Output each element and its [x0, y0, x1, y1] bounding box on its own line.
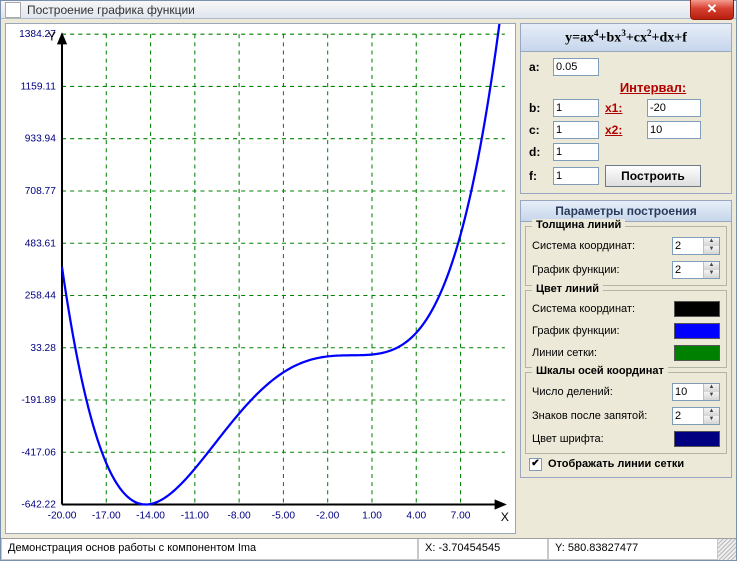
thickness-group: Толщина линий Система координат: ▲▼ Граф… [525, 226, 727, 286]
svg-text:1159.11: 1159.11 [21, 81, 57, 92]
svg-text:-191.89: -191.89 [21, 395, 56, 406]
spin-up-icon[interactable]: ▲ [704, 262, 719, 270]
close-button[interactable]: ✕ [690, 0, 734, 20]
show-grid-checkbox[interactable]: ✔ [529, 458, 542, 471]
coef-a-input[interactable] [553, 58, 599, 76]
thickness-title: Толщина линий [532, 219, 625, 231]
coef-d-input[interactable] [553, 143, 599, 161]
spin-down-icon[interactable]: ▼ [704, 416, 719, 424]
svg-text:33.28: 33.28 [30, 343, 56, 354]
app-icon [5, 2, 21, 18]
scales-dec-label: Знаков после запятой: [532, 410, 647, 422]
color-func-label: График функции: [532, 325, 620, 337]
svg-text:-417.06: -417.06 [21, 447, 56, 458]
svg-text:X: X [501, 510, 509, 524]
scales-dec-spin[interactable]: ▲▼ [672, 407, 720, 425]
colors-title: Цвет линий [532, 283, 603, 295]
thickness-coord-spin[interactable]: ▲▼ [672, 237, 720, 255]
chart-panel: -20.00 -17.00 -14.00 -11.00 -8.00 -5.00 -2.00 1… [5, 23, 516, 534]
svg-text:-17.00: -17.00 [92, 511, 121, 522]
spin-up-icon[interactable]: ▲ [704, 408, 719, 416]
svg-text:933.94: 933.94 [25, 134, 56, 145]
spin-up-icon[interactable]: ▲ [704, 384, 719, 392]
color-coord-label: Система координат: [532, 303, 635, 315]
coef-d-label: d: [529, 145, 547, 159]
svg-text:258.44: 258.44 [25, 291, 56, 302]
color-grid-label: Линии сетки: [532, 347, 597, 359]
svg-text:7.00: 7.00 [451, 511, 471, 522]
svg-text:-2.00: -2.00 [316, 511, 340, 522]
x1-label: x1: [605, 101, 641, 115]
x2-input[interactable] [647, 121, 701, 139]
chart-svg[interactable]: -20.00 -17.00 -14.00 -11.00 -8.00 -5.00 -2.00 1… [6, 24, 515, 533]
svg-text:-5.00: -5.00 [272, 511, 296, 522]
coef-f-label: f: [529, 169, 547, 183]
svg-text:483.61: 483.61 [25, 238, 56, 249]
spin-down-icon[interactable]: ▼ [704, 246, 719, 254]
color-func-swatch[interactable] [674, 323, 720, 339]
status-x: X: -3.70454545 [418, 539, 548, 560]
scales-div-label: Число делений: [532, 386, 613, 398]
spin-up-icon[interactable]: ▲ [704, 238, 719, 246]
svg-text:708.77: 708.77 [25, 186, 56, 197]
colors-group: Цвет линий Система координат: График фун… [525, 290, 727, 368]
params-panel: Параметры построения Толщина линий Систе… [520, 200, 732, 478]
thickness-coord-label: Система координат: [532, 240, 635, 252]
coef-c-label: c: [529, 123, 547, 137]
svg-text:4.00: 4.00 [406, 511, 426, 522]
x1-input[interactable] [647, 99, 701, 117]
svg-text:-642.22: -642.22 [21, 500, 56, 511]
scales-group: Шкалы осей координат Число делений: ▲▼ З… [525, 372, 727, 454]
svg-text:-8.00: -8.00 [228, 511, 252, 522]
svg-text:-20.00: -20.00 [48, 511, 77, 522]
thickness-func-label: График функции: [532, 264, 620, 276]
window-title: Построение графика функции [27, 3, 195, 17]
color-grid-swatch[interactable] [674, 345, 720, 361]
x2-label: x2: [605, 123, 641, 137]
svg-text:1.00: 1.00 [362, 511, 382, 522]
color-coord-swatch[interactable] [674, 301, 720, 317]
build-button[interactable]: Построить [605, 165, 701, 187]
coef-b-label: b: [529, 101, 547, 115]
spin-down-icon[interactable]: ▼ [704, 270, 719, 278]
formula: y=ax4+bx3+cx2+dx+f [521, 24, 731, 52]
spin-down-icon[interactable]: ▼ [704, 392, 719, 400]
show-grid-label: Отображать линии сетки [548, 458, 684, 470]
coef-a-label: a: [529, 60, 547, 74]
status-y: Y: 580.83827477 [548, 539, 718, 560]
equation-panel: y=ax4+bx3+cx2+dx+f a: Интервал: b: x1: c… [520, 23, 732, 194]
scales-div-spin[interactable]: ▲▼ [672, 383, 720, 401]
svg-text:-11.00: -11.00 [181, 511, 209, 522]
scales-title: Шкалы осей координат [532, 365, 668, 377]
svg-text:Y: Y [48, 29, 56, 43]
svg-text:-14.00: -14.00 [136, 511, 165, 522]
coef-b-input[interactable] [553, 99, 599, 117]
coef-c-input[interactable] [553, 121, 599, 139]
coef-f-input[interactable] [553, 167, 599, 185]
resize-grip[interactable] [718, 539, 736, 560]
scales-font-swatch[interactable] [674, 431, 720, 447]
titlebar: Построение графика функции ✕ [1, 1, 736, 19]
statusbar: Демонстрация основ работы с компонентом … [1, 538, 736, 560]
show-grid-row[interactable]: ✔ Отображать линии сетки [529, 458, 723, 471]
status-main: Демонстрация основ работы с компонентом … [1, 539, 418, 560]
thickness-func-spin[interactable]: ▲▼ [672, 261, 720, 279]
scales-font-label: Цвет шрифта: [532, 433, 604, 445]
interval-title: Интервал: [605, 80, 701, 95]
